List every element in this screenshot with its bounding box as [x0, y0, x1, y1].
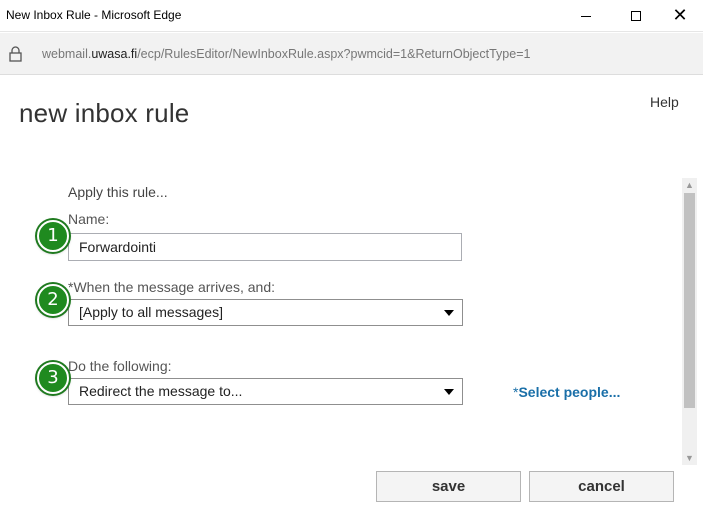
when-label: *When the message arrives, and: — [68, 279, 275, 295]
chevron-down-icon — [444, 389, 454, 395]
url-text[interactable]: webmail.uwasa.fi/ecp/RulesEditor/NewInbo… — [42, 47, 530, 61]
window-title: New Inbox Rule - Microsoft Edge — [6, 8, 182, 22]
save-button[interactable]: save — [376, 471, 521, 502]
select-people-link[interactable]: *Select people... — [513, 384, 620, 400]
close-button[interactable]: ✕ — [657, 0, 703, 32]
close-icon: ✕ — [672, 5, 688, 26]
action-dropdown[interactable]: Redirect the message to... — [68, 378, 463, 405]
window-title-bar: New Inbox Rule - Microsoft Edge ✕ — [0, 0, 703, 32]
maximize-icon — [631, 11, 641, 21]
cancel-button[interactable]: cancel — [529, 471, 674, 502]
step-badge-3: 3 — [37, 362, 69, 394]
maximize-button[interactable] — [613, 0, 659, 32]
name-label: Name: — [68, 211, 110, 227]
scroll-up-icon[interactable]: ▲ — [682, 178, 697, 192]
url-prefix: webmail. — [42, 47, 92, 61]
step-badge-1: 1 — [37, 220, 69, 252]
when-dropdown[interactable]: [Apply to all messages] — [68, 299, 463, 326]
minimize-button[interactable] — [563, 0, 609, 32]
action-dropdown-value: Redirect the message to... — [79, 383, 243, 399]
lock-icon — [9, 46, 22, 62]
chevron-down-icon — [444, 310, 454, 316]
scroll-down-icon[interactable]: ▼ — [682, 451, 697, 465]
url-path: /ecp/RulesEditor/NewInboxRule.aspx?pwmci… — [137, 47, 531, 61]
url-host: uwasa.fi — [91, 47, 138, 61]
minimize-icon — [581, 15, 591, 17]
apply-rule-label: Apply this rule... — [68, 184, 168, 200]
select-people-label: Select people... — [518, 384, 621, 400]
scrollbar-thumb[interactable] — [684, 193, 695, 408]
do-label: Do the following: — [68, 358, 172, 374]
address-bar[interactable]: webmail.uwasa.fi/ecp/RulesEditor/NewInbo… — [0, 33, 703, 75]
page-title: new inbox rule — [19, 98, 190, 128]
step-badge-2: 2 — [37, 284, 69, 316]
when-dropdown-value: [Apply to all messages] — [79, 304, 223, 320]
scrollbar[interactable]: ▲ ▼ — [682, 178, 697, 465]
name-input[interactable]: Forwardointi — [68, 233, 462, 261]
help-link[interactable]: Help — [650, 94, 679, 110]
